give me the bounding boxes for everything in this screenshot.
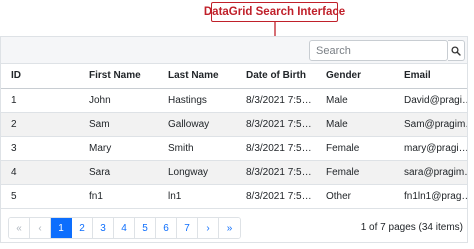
data-grid: ID First Name Last Name Date of Birth Ge… <box>0 36 468 243</box>
next-page-button[interactable]: › <box>198 218 219 238</box>
page-button-2[interactable]: 2 <box>72 218 93 238</box>
search-button[interactable] <box>448 40 465 61</box>
table-row[interactable]: 2 Sam Galloway 8/3/2021 7:5… Male Sam@pr… <box>1 112 467 137</box>
cell-email: fn1ln1@prag… <box>394 184 467 209</box>
pager-bar: « ‹ 1 2 3 4 5 6 7 › » 1 of 7 pages (34 i… <box>1 215 467 242</box>
cell-gender: Female <box>316 160 394 185</box>
cell-date-of-birth: 8/3/2021 7:5… <box>236 160 316 185</box>
cell-email: mary@pragi… <box>394 136 467 161</box>
header-row: ID First Name Last Name Date of Birth Ge… <box>1 64 467 89</box>
cell-id: 4 <box>1 160 79 185</box>
column-header-email[interactable]: Email <box>394 64 467 89</box>
cell-last-name: Longway <box>158 160 236 185</box>
data-grid-table: ID First Name Last Name Date of Birth Ge… <box>1 64 467 209</box>
column-header-first-name[interactable]: First Name <box>79 64 158 89</box>
cell-id: 3 <box>1 136 79 161</box>
column-header-gender[interactable]: Gender <box>316 64 394 89</box>
cell-gender: Male <box>316 88 394 113</box>
previous-page-button[interactable]: ‹ <box>30 218 51 238</box>
column-header-id[interactable]: ID <box>1 64 79 89</box>
search-icon <box>451 45 461 56</box>
cell-last-name: Smith <box>158 136 236 161</box>
cell-last-name: Galloway <box>158 112 236 137</box>
last-page-button[interactable]: » <box>219 218 240 238</box>
page-summary: 1 of 7 pages (34 items) <box>360 222 463 233</box>
cell-first-name: Sam <box>79 112 158 137</box>
table-row[interactable]: 4 Sara Longway 8/3/2021 7:5… Female sara… <box>1 160 467 185</box>
column-header-date-of-birth[interactable]: Date of Birth <box>236 64 316 89</box>
page-button-6[interactable]: 6 <box>156 218 177 238</box>
grid-toolbar <box>1 37 467 64</box>
cell-email: Sam@pragim… <box>394 112 467 137</box>
page-button-3[interactable]: 3 <box>93 218 114 238</box>
cell-gender: Female <box>316 136 394 161</box>
cell-id: 5 <box>1 184 79 209</box>
cell-last-name: Hastings <box>158 88 236 113</box>
cell-date-of-birth: 8/3/2021 7:5… <box>236 88 316 113</box>
cell-gender: Other <box>316 184 394 209</box>
cell-email: sara@pragim… <box>394 160 467 185</box>
page-button-5[interactable]: 5 <box>135 218 156 238</box>
cell-first-name: Mary <box>79 136 158 161</box>
first-page-button[interactable]: « <box>9 218 30 238</box>
cell-gender: Male <box>316 112 394 137</box>
page-button-4[interactable]: 4 <box>114 218 135 238</box>
cell-id: 1 <box>1 88 79 113</box>
table-row[interactable]: 5 fn1 ln1 8/3/2021 7:5… Other fn1ln1@pra… <box>1 184 467 209</box>
cell-date-of-birth: 8/3/2021 7:5… <box>236 184 316 209</box>
cell-email: David@pragi… <box>394 88 467 113</box>
table-row[interactable]: 3 Mary Smith 8/3/2021 7:5… Female mary@p… <box>1 136 467 161</box>
cell-date-of-birth: 8/3/2021 7:5… <box>236 136 316 161</box>
column-header-last-name[interactable]: Last Name <box>158 64 236 89</box>
cell-date-of-birth: 8/3/2021 7:5… <box>236 112 316 137</box>
annotation-text: DataGrid Search Interface <box>203 6 346 18</box>
table-row[interactable]: 1 John Hastings 8/3/2021 7:5… Male David… <box>1 88 467 113</box>
cell-first-name: John <box>79 88 158 113</box>
search-input[interactable] <box>309 40 448 61</box>
page-button-1[interactable]: 1 <box>51 218 72 238</box>
page-button-7[interactable]: 7 <box>177 218 198 238</box>
cell-first-name: fn1 <box>79 184 158 209</box>
cell-first-name: Sara <box>79 160 158 185</box>
pagination: « ‹ 1 2 3 4 5 6 7 › » <box>8 217 241 239</box>
cell-last-name: ln1 <box>158 184 236 209</box>
cell-id: 2 <box>1 112 79 137</box>
annotation-label: DataGrid Search Interface <box>204 2 345 22</box>
